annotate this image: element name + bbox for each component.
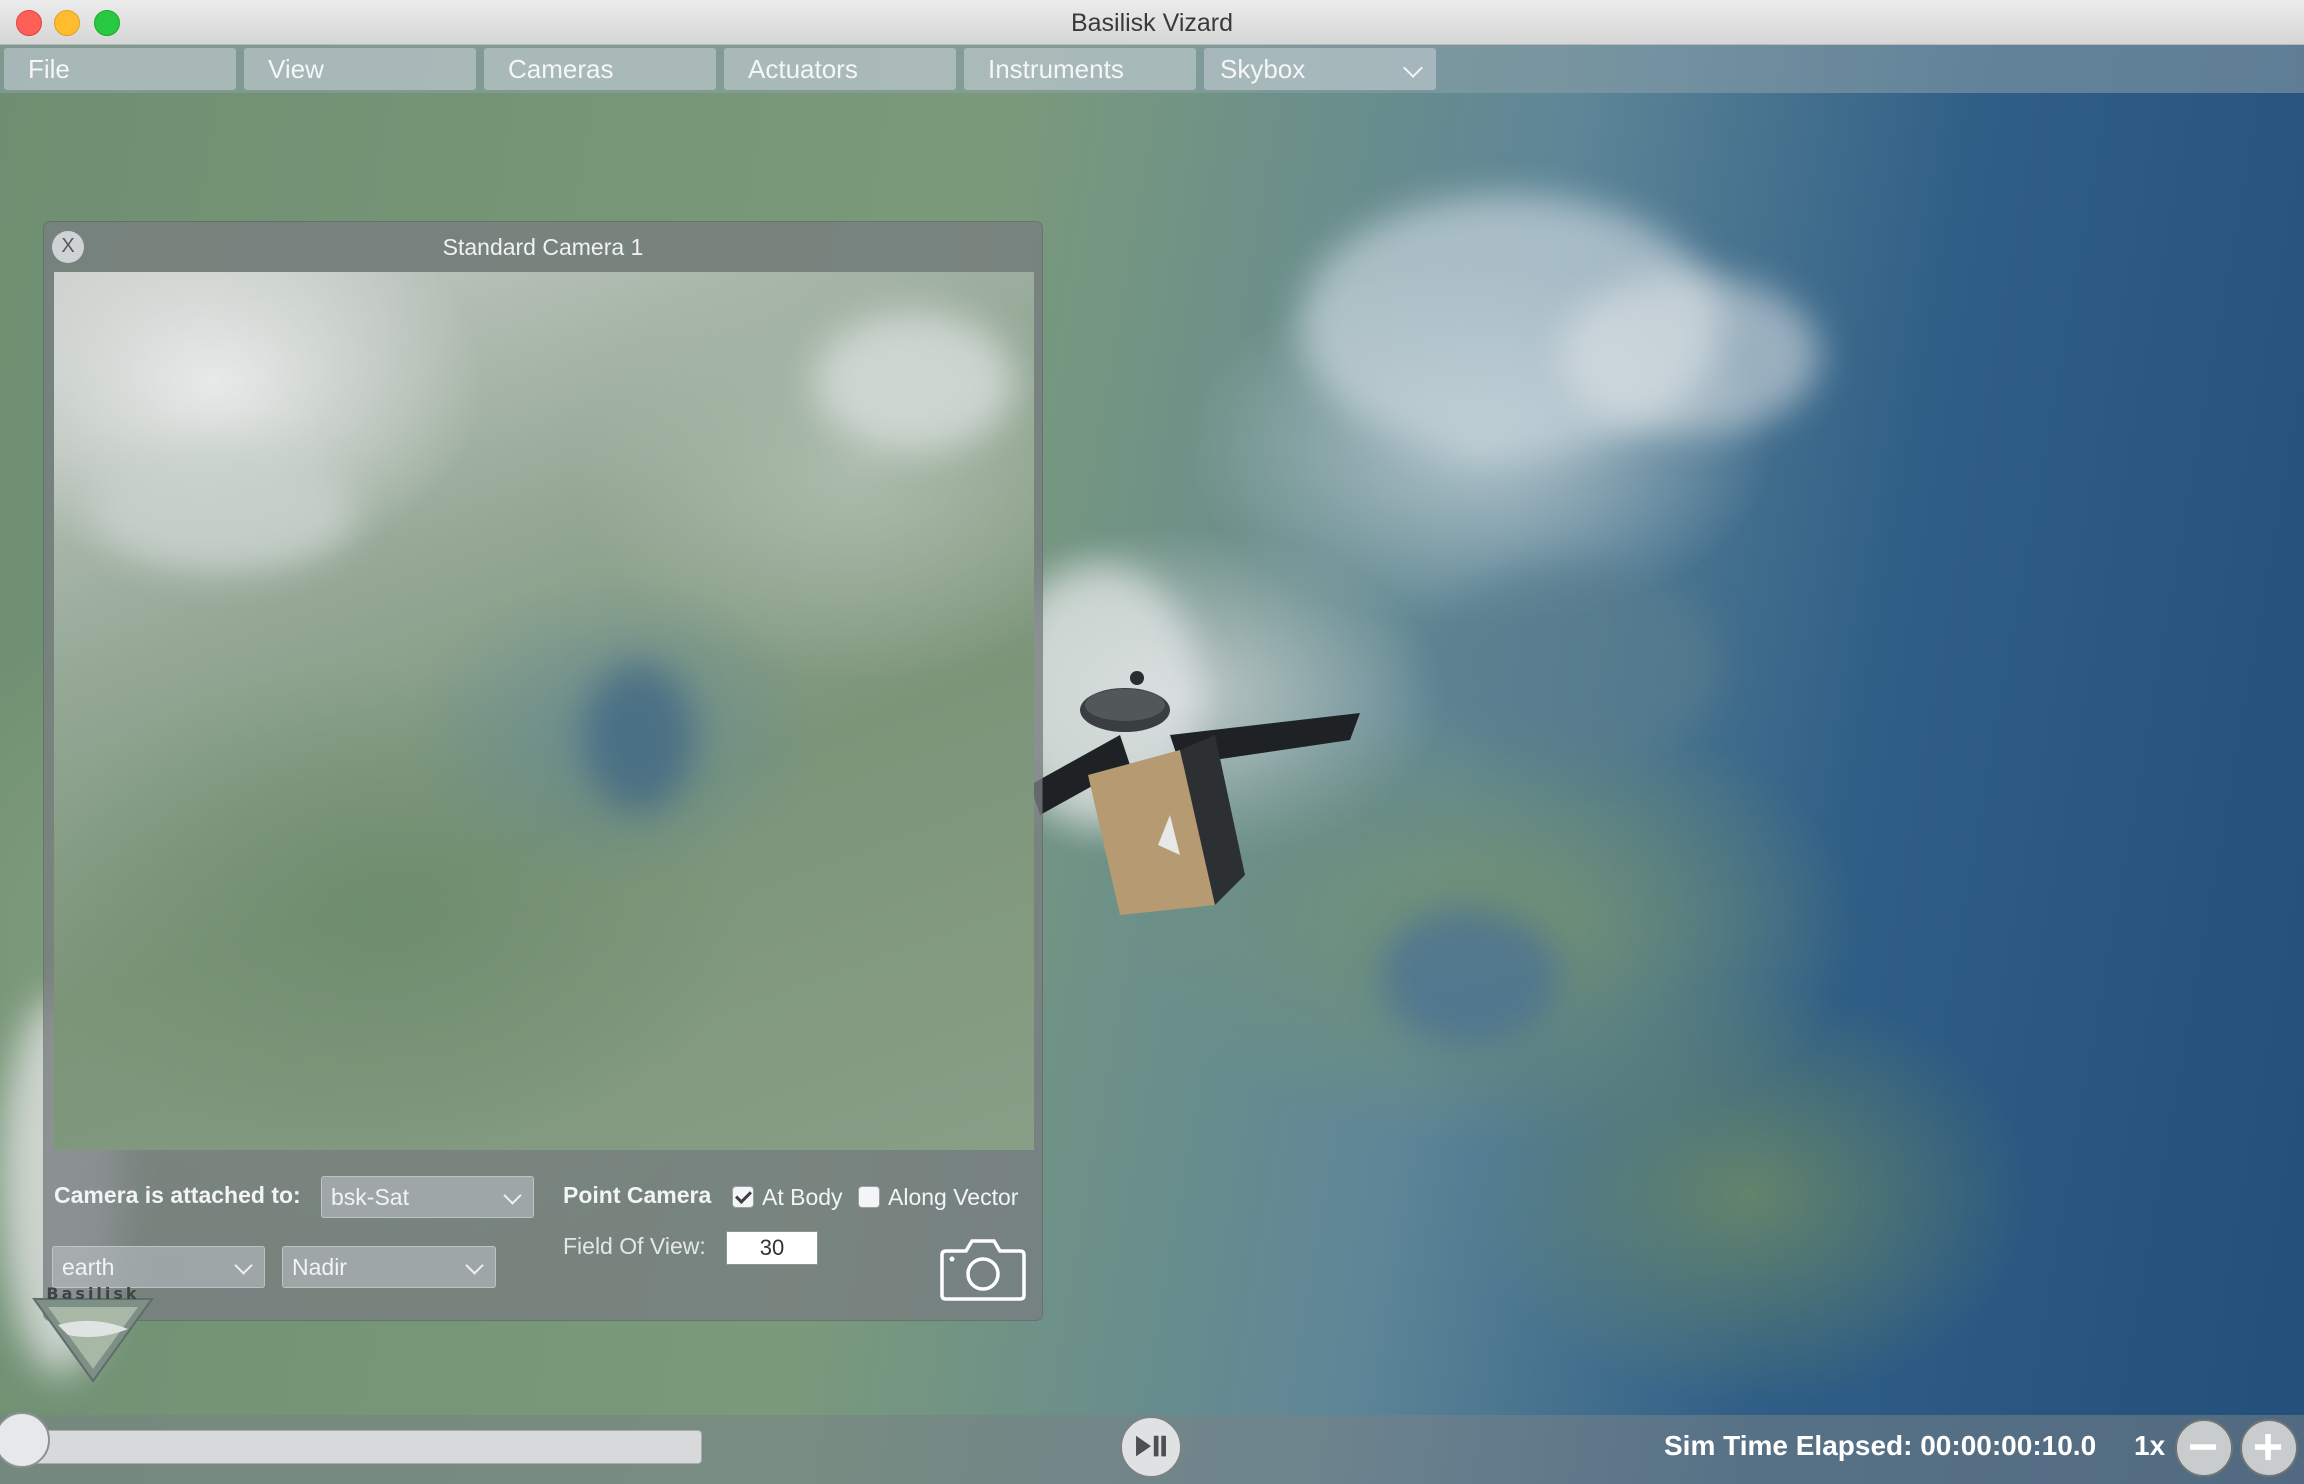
camera-attached-value: bsk-Sat (331, 1184, 409, 1210)
chevron-down-icon (234, 1256, 253, 1275)
chevron-down-icon (465, 1256, 484, 1275)
playback-speed: 1x (2134, 1430, 2166, 1461)
plus-icon (2255, 1434, 2282, 1461)
menu-skybox-label: Skybox (1220, 54, 1306, 84)
menu-instruments[interactable]: Instruments (964, 48, 1196, 90)
menu-cameras[interactable]: Cameras (484, 48, 716, 90)
camera-panel[interactable]: X Standard Camera 1 (44, 222, 1042, 1320)
menu-view[interactable]: View (244, 48, 476, 90)
chevron-down-icon (1403, 58, 1423, 78)
point-camera-label: Point Camera (563, 1182, 712, 1208)
fov-input[interactable]: 30 (726, 1231, 818, 1265)
camera-icon[interactable] (940, 1235, 1026, 1301)
menu-actuators[interactable]: Actuators (724, 48, 956, 90)
play-pause-icon (1136, 1435, 1166, 1457)
camera-panel-title: Standard Camera 1 (442, 234, 644, 260)
logo-text: Basilisk (46, 1285, 139, 1303)
along-vector-label: Along Vector (888, 1184, 1019, 1210)
at-body-checkbox[interactable] (732, 1186, 754, 1208)
menu-bar: File View Cameras Actuators Instruments … (0, 45, 2304, 93)
basilisk-logo: Basilisk (32, 1285, 154, 1383)
camera-attached-select[interactable]: bsk-Sat (321, 1176, 534, 1218)
menu-file[interactable]: File (4, 48, 236, 90)
timeline-slider-track[interactable] (22, 1430, 702, 1464)
camera-view (54, 272, 1034, 1150)
play-pause-button[interactable] (1120, 1416, 1182, 1478)
pointing-mode-value: Nadir (292, 1254, 347, 1280)
speed-decrease-button[interactable] (2175, 1419, 2233, 1477)
chevron-down-icon (503, 1186, 522, 1205)
minus-icon (2190, 1444, 2217, 1450)
window-title: Basilisk Vizard (1070, 9, 1234, 37)
camera-attached-label: Camera is attached to: (54, 1182, 301, 1208)
sim-time-elapsed: Sim Time Elapsed: 00:00:00:10.0 (1664, 1430, 2097, 1461)
at-body-label: At Body (762, 1184, 843, 1210)
speed-increase-button[interactable] (2240, 1419, 2298, 1477)
target-body-select[interactable]: earth (52, 1246, 265, 1288)
pointing-mode-select[interactable]: Nadir (282, 1246, 496, 1288)
window-titlebar: Basilisk Vizard (0, 0, 2304, 45)
menu-skybox-dropdown[interactable]: Skybox (1204, 48, 1436, 90)
along-vector-checkbox[interactable] (858, 1186, 880, 1208)
target-body-value: earth (62, 1254, 115, 1280)
satellite-model[interactable] (1030, 615, 1380, 935)
fov-label: Field Of View: (563, 1233, 706, 1259)
